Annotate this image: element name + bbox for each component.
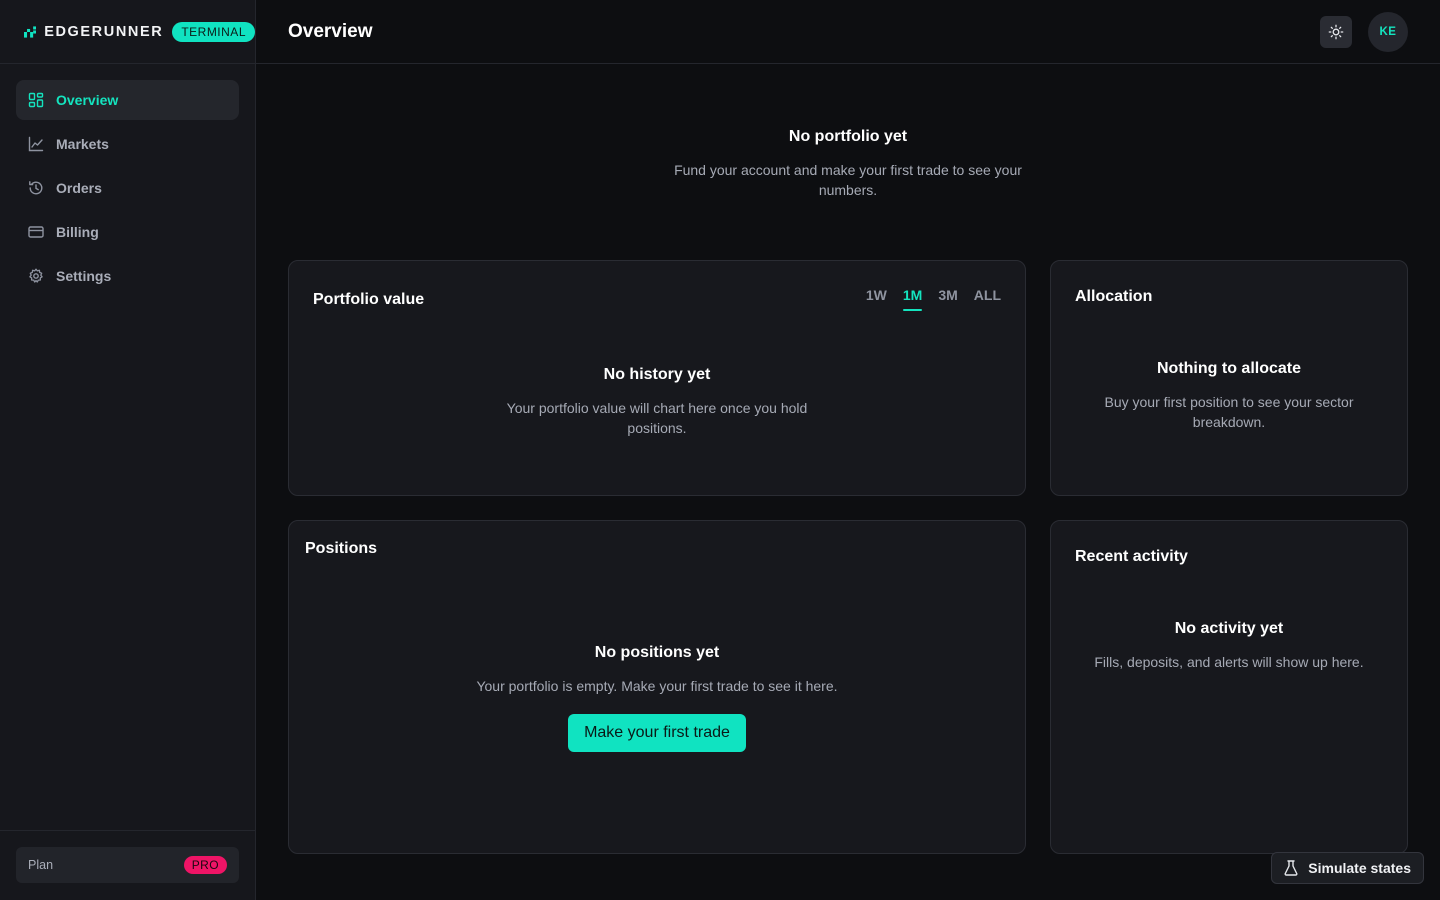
- empty-title: No history yet: [603, 366, 711, 383]
- banner-text: Fund your account and make your first tr…: [674, 162, 1022, 198]
- sidebar-item-orders[interactable]: Orders: [16, 168, 239, 208]
- sidebar-item-settings[interactable]: Settings: [16, 256, 239, 296]
- empty-title: No positions yet: [594, 644, 720, 661]
- empty-state: Nothing to allocate Buy your first posit…: [1051, 360, 1407, 432]
- make-first-trade-button[interactable]: Make your first trade: [568, 714, 746, 752]
- allocation-card: Allocation Nothing to allocate Buy your …: [1050, 260, 1408, 496]
- sidebar-nav: Overview Markets Orders Billing Settings: [0, 64, 255, 296]
- simulate-label: Simulate states: [1308, 860, 1411, 876]
- sidebar-item-markets[interactable]: Markets: [16, 124, 239, 164]
- brand: EDGERUNNER TERMINAL: [0, 0, 255, 64]
- simulate-states-button[interactable]: Simulate states: [1271, 852, 1424, 884]
- flask-icon: [1284, 860, 1298, 876]
- empty-portfolio-banner: No portfolio yet Fund your account and m…: [288, 128, 1408, 200]
- empty-text: Fills, deposits, and alerts will show up…: [1094, 654, 1364, 670]
- empty-text: Your portfolio value will chart here onc…: [506, 400, 808, 436]
- empty-state: No positions yet Your portfolio is empty…: [289, 644, 1025, 752]
- gear-icon: [29, 268, 43, 283]
- range-tabs: 1W 1M 3M ALL: [850, 287, 1001, 311]
- sidebar-item-overview[interactable]: Overview: [16, 80, 239, 120]
- plan-section: Plan PRO: [0, 830, 255, 900]
- card-title: Recent activity: [1075, 548, 1188, 565]
- tab-3m[interactable]: 3M: [938, 287, 957, 311]
- logo-icon: [24, 25, 37, 38]
- app: EDGERUNNER TERMINAL Overview Markets Ord…: [0, 0, 1440, 900]
- chart-line-icon: [28, 136, 44, 152]
- card-title: Allocation: [1075, 288, 1153, 305]
- grid-icon: [28, 92, 44, 108]
- sidebar-item-label: Settings: [56, 268, 112, 284]
- sidebar-item-label: Billing: [56, 224, 99, 240]
- sidebar-item-label: Markets: [56, 136, 109, 152]
- plan-label: Plan: [28, 858, 54, 872]
- card-title: Positions: [305, 540, 378, 557]
- sidebar-item-label: Orders: [56, 180, 102, 196]
- sun-icon: [1328, 24, 1344, 39]
- empty-state: No activity yet Fills, deposits, and ale…: [1051, 620, 1407, 672]
- portfolio-value-card: Portfolio value 1W 1M 3M ALL No history …: [288, 260, 1026, 496]
- tab-1m[interactable]: 1M: [902, 287, 923, 311]
- main-content: No portfolio yet Fund your account and m…: [256, 64, 1440, 900]
- header-actions: KE: [1320, 11, 1408, 52]
- empty-title: No activity yet: [1174, 620, 1284, 637]
- brand-name: EDGERUNNER: [44, 23, 164, 40]
- tab-1w[interactable]: 1W: [866, 287, 887, 311]
- banner-title: No portfolio yet: [788, 128, 908, 145]
- card-title: Portfolio value: [313, 291, 425, 308]
- page-title: Overview: [288, 20, 373, 42]
- empty-text: Buy your first position to see your sect…: [1104, 394, 1354, 430]
- recent-activity-card: Recent activity No activity yet Fills, d…: [1050, 520, 1408, 854]
- theme-toggle-button[interactable]: [1320, 15, 1352, 48]
- brand-tag: TERMINAL: [172, 21, 255, 42]
- history-icon: [29, 181, 43, 195]
- plan-card[interactable]: Plan PRO: [16, 847, 239, 883]
- empty-state: No history yet Your portfolio value will…: [289, 366, 1025, 438]
- sidebar-item-label: Overview: [56, 92, 119, 108]
- positions-card: Positions No positions yet Your portfoli…: [288, 520, 1026, 854]
- top-header: Overview KE: [256, 0, 1440, 64]
- avatar[interactable]: KE: [1368, 11, 1408, 52]
- credit-card-icon: [28, 226, 44, 238]
- empty-text: Your portfolio is empty. Make your first…: [476, 678, 838, 694]
- sidebar: EDGERUNNER TERMINAL Overview Markets Ord…: [0, 0, 256, 900]
- sidebar-item-billing[interactable]: Billing: [16, 212, 239, 252]
- plan-badge: PRO: [183, 856, 227, 874]
- empty-title: Nothing to allocate: [1157, 360, 1301, 377]
- tab-all[interactable]: ALL: [974, 287, 1001, 311]
